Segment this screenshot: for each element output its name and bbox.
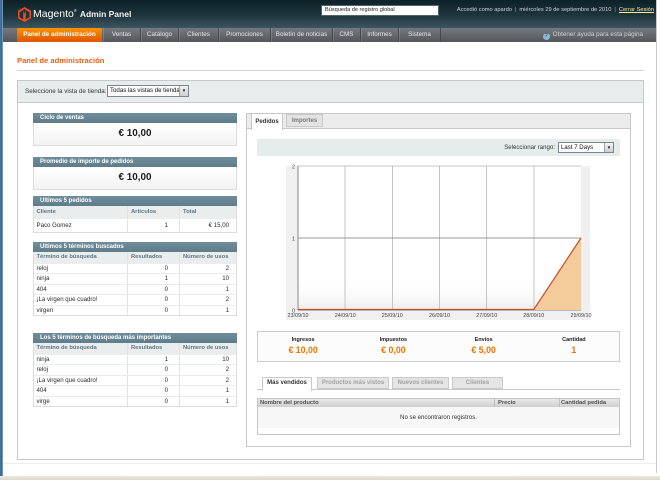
svg-text:1: 1: [292, 237, 295, 243]
svg-text:2: 2: [292, 165, 295, 171]
svg-text:24/09/10: 24/09/10: [335, 313, 356, 319]
svg-text:25/09/10: 25/09/10: [382, 313, 403, 319]
svg-text:23/09/10: 23/09/10: [288, 313, 309, 319]
svg-text:26/09/10: 26/09/10: [429, 313, 450, 319]
svg-text:28/09/10: 28/09/10: [523, 313, 544, 319]
svg-text:29/09/10: 29/09/10: [571, 313, 592, 319]
svg-text:27/09/10: 27/09/10: [476, 313, 497, 319]
